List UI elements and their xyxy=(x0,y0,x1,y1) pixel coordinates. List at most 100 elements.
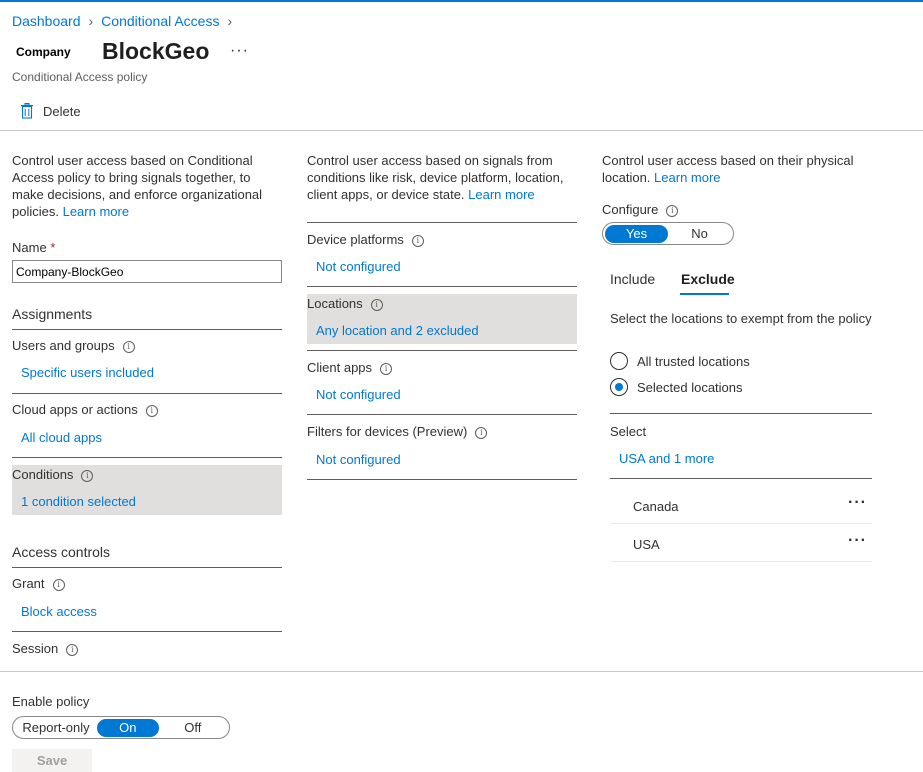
conditions-label: Conditions i xyxy=(12,467,94,482)
divider xyxy=(12,457,282,458)
divider xyxy=(307,286,577,287)
active-tab-indicator xyxy=(680,293,729,295)
locations-label-text: Locations xyxy=(307,296,363,311)
learn-more-link[interactable]: Learn more xyxy=(63,204,129,219)
trash-icon xyxy=(21,103,33,119)
radio-all-trusted[interactable]: All trusted locations xyxy=(610,352,750,370)
conditions-description: Control user access based on signals fro… xyxy=(307,152,577,203)
radio-button-selected[interactable] xyxy=(610,378,628,396)
device-filters-label: Filters for devices (Preview) i xyxy=(307,424,488,439)
divider xyxy=(610,478,872,479)
info-icon[interactable]: i xyxy=(411,234,424,247)
configure-label: Configure i xyxy=(602,202,679,217)
more-options-button[interactable]: ··· xyxy=(230,42,249,60)
off-option[interactable]: Off xyxy=(159,719,227,737)
radio-button[interactable] xyxy=(610,352,628,370)
info-icon[interactable]: i xyxy=(66,643,79,656)
cloud-apps-label-text: Cloud apps or actions xyxy=(12,402,138,417)
learn-more-link[interactable]: Learn more xyxy=(468,187,534,202)
location-row-label: Canada xyxy=(633,499,679,514)
locations-description: Control user access based on their physi… xyxy=(602,152,872,186)
divider xyxy=(12,329,282,330)
grant-value[interactable]: Block access xyxy=(21,604,97,619)
conditions-value[interactable]: 1 condition selected xyxy=(21,494,136,509)
breadcrumb: Dashboard › Conditional Access › xyxy=(12,13,232,29)
info-icon[interactable]: i xyxy=(475,426,488,439)
cloud-apps-value[interactable]: All cloud apps xyxy=(21,430,102,445)
required-marker: * xyxy=(50,240,56,255)
access-controls-heading: Access controls xyxy=(12,544,111,560)
toolbar-divider xyxy=(0,130,923,131)
chevron-right-icon: › xyxy=(88,13,94,29)
page-title: BlockGeo xyxy=(102,38,210,64)
info-icon[interactable]: i xyxy=(666,204,679,217)
divider xyxy=(307,222,577,223)
select-locations-link[interactable]: USA and 1 more xyxy=(619,451,714,466)
conditions-label-text: Conditions xyxy=(12,467,74,482)
tab-exclude[interactable]: Exclude xyxy=(681,271,735,287)
tab-include[interactable]: Include xyxy=(610,271,655,287)
divider xyxy=(12,393,282,394)
info-icon[interactable]: i xyxy=(380,362,393,375)
learn-more-link[interactable]: Learn more xyxy=(654,170,720,185)
exclude-description: Select the locations to exempt from the … xyxy=(610,311,872,326)
users-groups-label: Users and groups i xyxy=(12,338,135,353)
device-filters-value[interactable]: Not configured xyxy=(316,452,401,467)
grant-label: Grant i xyxy=(12,576,65,591)
divider xyxy=(12,631,282,632)
users-groups-label-text: Users and groups xyxy=(12,338,115,353)
device-filters-label-text: Filters for devices (Preview) xyxy=(307,424,468,439)
divider xyxy=(307,479,577,480)
divider xyxy=(610,413,872,414)
row-divider xyxy=(610,523,872,524)
enable-policy-label: Enable policy xyxy=(12,694,90,709)
enable-policy-toggle[interactable]: Report-only On Off xyxy=(12,716,230,739)
policy-name-input[interactable] xyxy=(12,260,282,283)
cloud-apps-label: Cloud apps or actions i xyxy=(12,402,158,417)
session-label-text: Session xyxy=(12,641,59,656)
users-groups-value[interactable]: Specific users included xyxy=(21,365,154,380)
radio-selected-locations[interactable]: Selected locations xyxy=(610,378,743,396)
divider xyxy=(307,350,577,351)
client-apps-value[interactable]: Not configured xyxy=(316,387,401,402)
select-label: Select xyxy=(610,424,647,439)
policy-description: Control user access based on Conditional… xyxy=(12,152,282,220)
breadcrumb-conditional-access-link[interactable]: Conditional Access xyxy=(101,13,219,29)
chevron-right-icon: › xyxy=(227,13,233,29)
configure-toggle[interactable]: Yes No xyxy=(602,222,734,245)
configure-yes-option[interactable]: Yes xyxy=(605,224,668,243)
info-icon[interactable]: i xyxy=(370,298,383,311)
info-icon[interactable]: i xyxy=(52,578,65,591)
client-apps-label-text: Client apps xyxy=(307,360,373,375)
location-row-more-button[interactable]: ··· xyxy=(848,494,867,512)
session-label: Session i xyxy=(12,641,79,656)
save-button[interactable]: Save xyxy=(12,749,92,772)
info-icon[interactable]: i xyxy=(145,404,158,417)
breadcrumb-dashboard-link[interactable]: Dashboard xyxy=(12,13,81,29)
locations-label: Locations i xyxy=(307,296,383,311)
device-platforms-label: Device platforms i xyxy=(307,232,424,247)
row-divider xyxy=(610,561,872,562)
delete-button[interactable]: Delete xyxy=(20,103,81,119)
top-accent-bar xyxy=(0,0,923,2)
device-platforms-value[interactable]: Not configured xyxy=(316,259,401,274)
assignments-heading: Assignments xyxy=(12,306,93,322)
info-icon[interactable]: i xyxy=(122,340,135,353)
radio-all-trusted-label: All trusted locations xyxy=(637,353,750,369)
name-label-text: Name xyxy=(12,240,47,255)
on-option[interactable]: On xyxy=(97,718,159,737)
report-only-option[interactable]: Report-only xyxy=(15,719,97,737)
delete-label: Delete xyxy=(43,103,81,119)
grant-label-text: Grant xyxy=(12,576,45,591)
configure-no-option[interactable]: No xyxy=(668,225,731,243)
info-icon[interactable]: i xyxy=(81,469,94,482)
divider xyxy=(307,414,577,415)
location-row-label: USA xyxy=(633,537,660,552)
locations-description-text: Control user access based on their physi… xyxy=(602,153,854,185)
locations-value[interactable]: Any location and 2 excluded xyxy=(316,323,479,338)
client-apps-label: Client apps i xyxy=(307,360,393,375)
radio-selected-locations-label: Selected locations xyxy=(637,379,743,395)
location-row-more-button[interactable]: ··· xyxy=(848,532,867,550)
configure-label-text: Configure xyxy=(602,202,659,217)
policy-description-text: Control user access based on Conditional… xyxy=(12,153,263,219)
